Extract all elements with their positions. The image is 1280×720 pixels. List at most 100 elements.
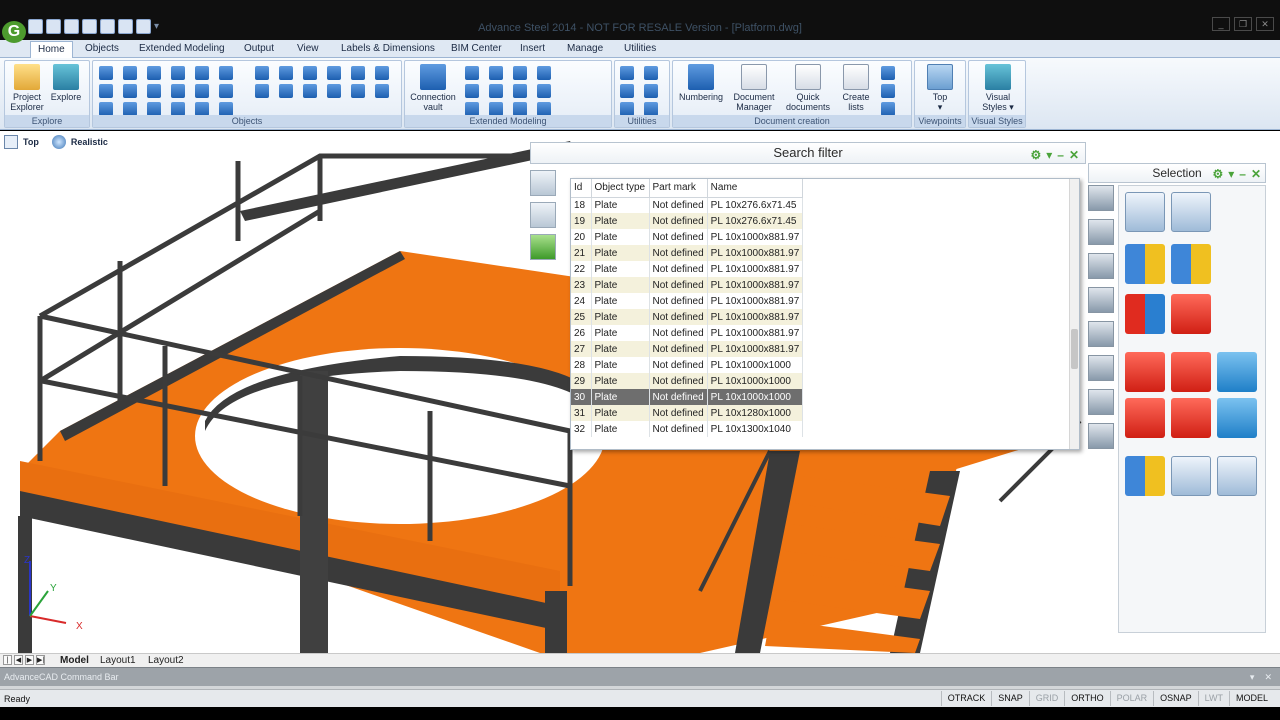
table-scrollbar[interactable] <box>1069 179 1079 449</box>
create-lists-button[interactable]: Create lists <box>837 64 875 112</box>
table-row[interactable]: 22 Plate Not defined PL 10x1000x881.97 <box>571 261 804 277</box>
filter-column-icon[interactable] <box>530 170 556 196</box>
top-view-icon[interactable] <box>4 135 18 149</box>
dxf-icon[interactable] <box>881 84 895 98</box>
cage-ladder-icon[interactable] <box>513 66 527 80</box>
tab-insert[interactable]: Insert <box>513 41 552 58</box>
close-icon[interactable]: ✕ <box>1069 145 1079 165</box>
tab-objects[interactable]: Objects <box>78 41 126 58</box>
remove-from-selection-icon[interactable] <box>1171 244 1211 284</box>
pyramid-icon[interactable] <box>351 66 365 80</box>
last-tab-icon[interactable]: ▶| <box>36 655 45 665</box>
close-window-button[interactable]: ✕ <box>1256 17 1274 31</box>
table-row[interactable]: 30 Plate Not defined PL 10x1000x1000 <box>571 389 804 405</box>
red-beam-home-icon[interactable] <box>1171 352 1211 392</box>
connection-vault-button[interactable]: Connection vault <box>407 64 459 112</box>
document-manager-button[interactable]: Document Manager <box>731 64 777 112</box>
top-view-button[interactable]: Top ▾ <box>921 64 959 112</box>
table-row[interactable]: 21 Plate Not defined PL 10x1000x881.97 <box>571 245 804 261</box>
table-row[interactable]: 27 Plate Not defined PL 10x1000x881.97 <box>571 341 804 357</box>
sphere-icon[interactable] <box>255 84 269 98</box>
toggle-otrack[interactable]: OTRACK <box>940 691 992 706</box>
table-row[interactable]: 23 Plate Not defined PL 10x1000x881.97 <box>571 277 804 293</box>
tab-bim-center[interactable]: BIM Center <box>444 41 509 58</box>
next-tab-icon[interactable]: ▶ <box>25 655 34 665</box>
cone-icon[interactable] <box>279 84 293 98</box>
col-part-mark-header[interactable]: Part mark <box>649 179 708 198</box>
table-row[interactable]: 29 Plate Not defined PL 10x1000x1000 <box>571 373 804 389</box>
clear-selection-icon[interactable] <box>1125 294 1165 334</box>
window-icon[interactable] <box>1171 192 1211 232</box>
red-beam-add-icon[interactable] <box>1125 398 1165 438</box>
polyplate-icon[interactable] <box>195 84 209 98</box>
tab-utilities[interactable]: Utilities <box>617 41 663 58</box>
pin-icon[interactable]: ▾ <box>1046 145 1052 165</box>
stair-icon[interactable] <box>465 66 479 80</box>
toggle-osnap[interactable]: OSNAP <box>1153 691 1198 706</box>
column-base-icon[interactable] <box>489 84 503 98</box>
tab-output[interactable]: Output <box>237 41 281 58</box>
table-row[interactable]: 28 Plate Not defined PL 10x1000x1000 <box>571 357 804 373</box>
funnel-icon[interactable] <box>1088 355 1114 381</box>
clip-angle-icon[interactable] <box>513 84 527 98</box>
scrollbar-thumb[interactable] <box>1071 329 1078 369</box>
add-to-selection-icon[interactable] <box>1125 244 1165 284</box>
haunch-icon[interactable] <box>513 102 527 116</box>
tab-labels-dimensions[interactable]: Labels & Dimensions <box>334 41 442 58</box>
collision-icon[interactable] <box>644 66 658 80</box>
minimize-icon[interactable]: – <box>1239 165 1246 183</box>
first-tab-icon[interactable]: |◀ <box>3 655 12 674</box>
visual-styles-button[interactable]: Visual Styles ▾ <box>977 64 1019 112</box>
table-row[interactable]: 31 Plate Not defined PL 10x1280x1000 <box>571 405 804 421</box>
cut-icon[interactable] <box>327 84 341 98</box>
toggle-grid[interactable]: GRID <box>1028 691 1065 706</box>
tab-layout2[interactable]: Layout2 <box>148 655 184 666</box>
bolt-icon[interactable] <box>171 66 185 80</box>
nc-export-icon[interactable] <box>881 102 895 116</box>
select-filter-icon[interactable] <box>1125 192 1165 232</box>
red-beam-icon[interactable] <box>1125 352 1165 392</box>
table-row[interactable]: 18 Plate Not defined PL 10x276.6x71.45 <box>571 197 804 213</box>
col-id-header[interactable]: Id <box>571 179 592 198</box>
table-row[interactable]: 24 Plate Not defined PL 10x1000x881.97 <box>571 293 804 309</box>
col-object-type-header[interactable]: Object type <box>591 179 650 198</box>
shear-stud-icon[interactable] <box>171 84 185 98</box>
column-icon[interactable] <box>123 66 137 80</box>
audit-icon[interactable] <box>620 84 634 98</box>
tab-manage[interactable]: Manage <box>560 41 610 58</box>
grid-lines-icon[interactable] <box>303 66 317 80</box>
railing-icon[interactable] <box>537 66 551 80</box>
pin-icon[interactable]: ▾ <box>1228 165 1234 183</box>
tab-home[interactable]: Home <box>30 41 73 58</box>
explore-button[interactable]: Explore <box>47 64 85 102</box>
gear-icon[interactable]: ⚙ <box>1030 145 1041 165</box>
close-icon[interactable]: ✕ <box>1251 165 1261 183</box>
table-row[interactable]: 26 Plate Not defined PL 10x1000x881.97 <box>571 325 804 341</box>
purlin-icon[interactable] <box>147 102 161 116</box>
stack-icon[interactable] <box>1088 423 1114 449</box>
table-row[interactable]: 19 Plate Not defined PL 10x276.6x71.45 <box>571 213 804 229</box>
close-icon[interactable]: ✕ <box>1264 672 1272 683</box>
connect-beams-icon[interactable] <box>1125 456 1165 496</box>
filter-icon[interactable] <box>1088 321 1114 347</box>
plate-icon[interactable] <box>195 66 209 80</box>
minimize-icon[interactable]: – <box>1057 145 1064 165</box>
cylinder-icon[interactable] <box>303 84 317 98</box>
viewpoint-label[interactable]: Top <box>23 137 39 147</box>
red-beam-add-home-icon[interactable] <box>1171 398 1211 438</box>
profile-icon[interactable] <box>1088 389 1114 415</box>
toggle-snap[interactable]: SNAP <box>991 691 1029 706</box>
zoom-selection-icon[interactable] <box>1217 456 1257 496</box>
anchor-icon[interactable] <box>171 102 185 116</box>
i-beam-icon[interactable] <box>147 66 161 80</box>
splice-icon[interactable] <box>537 84 551 98</box>
blue-beam-icon[interactable] <box>1217 352 1257 392</box>
toggle-polar[interactable]: POLAR <box>1109 691 1154 706</box>
database-icon[interactable] <box>644 84 658 98</box>
connect-icon[interactable] <box>327 66 341 80</box>
end-plate-icon[interactable] <box>465 102 479 116</box>
pencil-icon[interactable] <box>1088 185 1114 211</box>
pin-icon[interactable]: ▾ <box>1250 672 1255 683</box>
tab-extended-modeling[interactable]: Extended Modeling <box>132 41 232 58</box>
convert-icon[interactable] <box>620 102 634 116</box>
